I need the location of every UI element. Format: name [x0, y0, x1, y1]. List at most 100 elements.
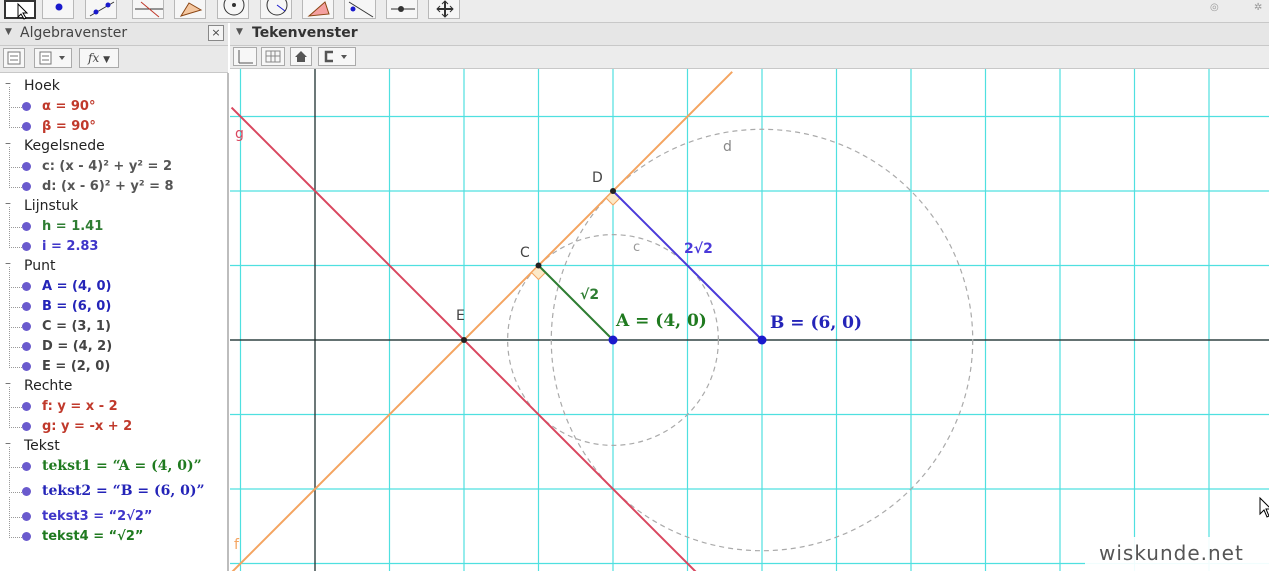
point-icon [55, 3, 63, 11]
label-segment-i: 2√2 [684, 241, 713, 257]
group-name: Kegelsnede [24, 138, 105, 154]
label-E: E [456, 308, 465, 324]
cursor-arrow-icon [17, 2, 29, 20]
text-B: B = (6, 0) [770, 313, 862, 333]
point-E [461, 337, 467, 343]
move-tool-button[interactable] [4, 0, 36, 20]
mouse-cursor-icon [1259, 496, 1269, 518]
collapse-triangle-icon[interactable]: ▼ [5, 27, 12, 37]
object-definition[interactable]: d: (x - 6)² + y² = 8 [42, 179, 174, 194]
visibility-toggle[interactable] [22, 422, 31, 431]
slider-icon [391, 6, 415, 12]
object-definition[interactable]: tekst2 = “B = (6, 0)” [42, 483, 205, 499]
polygon-icon [179, 2, 203, 17]
label-segment-h: √2 [580, 287, 599, 303]
label-C: C [520, 245, 530, 261]
object-definition[interactable]: E = (2, 0) [42, 359, 110, 374]
angle-tool-button[interactable] [302, 0, 334, 19]
grid [230, 69, 1269, 571]
object-definition[interactable]: C = (3, 1) [42, 319, 111, 334]
auxiliary-objects-toggle[interactable] [3, 48, 25, 68]
perpendicular-line-icon [135, 1, 163, 18]
algebra-view-header: ▼ Algebravenster × [0, 23, 228, 46]
line-tool-button[interactable] [85, 0, 117, 19]
object-definition[interactable]: A = (4, 0) [42, 279, 111, 294]
reflect-tool-button[interactable] [344, 0, 376, 19]
group-name: Rechte [24, 378, 73, 394]
point-D [610, 188, 616, 194]
circle-radius-icon [266, 0, 288, 16]
point-B [757, 335, 767, 345]
help-icon[interactable]: ◎ [1210, 2, 1219, 13]
object-definition[interactable]: i = 2.83 [42, 239, 98, 254]
visibility-toggle[interactable] [22, 532, 31, 541]
sort-by-dropdown[interactable] [34, 48, 72, 68]
show-axes-toggle[interactable] [233, 47, 257, 66]
label-g: g [235, 126, 244, 142]
chevron-down-icon: ▼ [103, 55, 110, 65]
object-definition[interactable]: tekst3 = “2√2” [42, 509, 152, 524]
label-c: c [633, 240, 640, 255]
reflect-icon [348, 1, 374, 18]
magnet-icon [324, 50, 347, 63]
collapse-triangle-icon[interactable]: ▼ [236, 27, 243, 37]
grid-icon [265, 50, 281, 63]
circle-tool-button[interactable] [217, 0, 249, 19]
graphics-canvas[interactable]: g f d c D C E √2 2√2 A = (4, 0) B = (6, 0) [230, 69, 1269, 571]
group-name: Hoek [24, 78, 60, 94]
object-definition[interactable]: tekst4 = “√2” [42, 529, 143, 544]
object-definition[interactable]: g: y = -x + 2 [42, 419, 132, 434]
group-name: Punt [24, 258, 56, 274]
point-A [608, 335, 618, 345]
object-definition[interactable]: f: y = x - 2 [42, 399, 118, 414]
line-icon [89, 1, 115, 17]
input-bar-toggle[interactable]: fx ▼ [79, 48, 119, 68]
label-D: D [592, 170, 603, 186]
move-view-tool-button[interactable] [428, 0, 460, 19]
perpendicular-line-tool-button[interactable] [132, 0, 164, 19]
gear-icon[interactable]: ✲ [1254, 2, 1262, 13]
text-A: A = (4, 0) [615, 311, 707, 331]
standard-view-button[interactable] [290, 47, 312, 66]
angle-icon [307, 1, 330, 17]
list-icon [7, 51, 21, 65]
visibility-toggle[interactable] [22, 242, 31, 251]
object-definition[interactable]: α = 90° [42, 99, 95, 114]
graphics-view-header: ▼ Tekenvenster [230, 23, 1269, 46]
move-view-icon [436, 0, 454, 18]
circle-icon [223, 0, 245, 16]
algebra-view-title: Algebravenster [20, 25, 128, 41]
point-capturing-dropdown[interactable] [318, 47, 356, 66]
algebra-toolbar: fx ▼ [0, 46, 228, 73]
object-definition[interactable]: B = (6, 0) [42, 299, 111, 314]
visibility-toggle[interactable] [22, 362, 31, 371]
visibility-toggle[interactable] [22, 122, 31, 131]
polygon-tool-button[interactable] [174, 0, 206, 19]
fx-icon: fx [88, 51, 100, 65]
close-button[interactable]: × [208, 25, 224, 41]
sort-icon [39, 51, 65, 65]
home-icon [295, 51, 307, 62]
visibility-toggle[interactable] [22, 487, 31, 496]
label-f: f [234, 537, 240, 553]
show-grid-toggle[interactable] [261, 47, 285, 66]
watermark-label: wiskunde.net [1085, 537, 1269, 571]
graphics-view-title: Tekenvenster [252, 25, 358, 41]
slider-tool-button[interactable] [386, 0, 418, 19]
circle-radius-tool-button[interactable] [260, 0, 292, 19]
visibility-toggle[interactable] [22, 182, 31, 191]
object-definition[interactable]: h = 1.41 [42, 219, 103, 234]
object-definition[interactable]: β = 90° [42, 119, 96, 134]
point-C [535, 262, 542, 269]
axes [230, 69, 1269, 571]
graphics-style-bar [230, 46, 1269, 69]
group-name: Tekst [24, 438, 60, 454]
segment-h [537, 264, 614, 341]
visibility-toggle[interactable] [22, 462, 31, 471]
point-tool-button[interactable] [42, 0, 74, 19]
object-definition[interactable]: tekst1 = “A = (4, 0)” [42, 458, 202, 474]
object-definition[interactable]: c: (x - 4)² + y² = 2 [42, 159, 172, 174]
algebra-object-list: – Hoek α = 90° β = 90° – Kegelsnede c: (x - 4)… [0, 73, 229, 571]
toolbar: ◎ ✲ [0, 0, 1269, 23]
object-definition[interactable]: D = (4, 2) [42, 339, 112, 354]
